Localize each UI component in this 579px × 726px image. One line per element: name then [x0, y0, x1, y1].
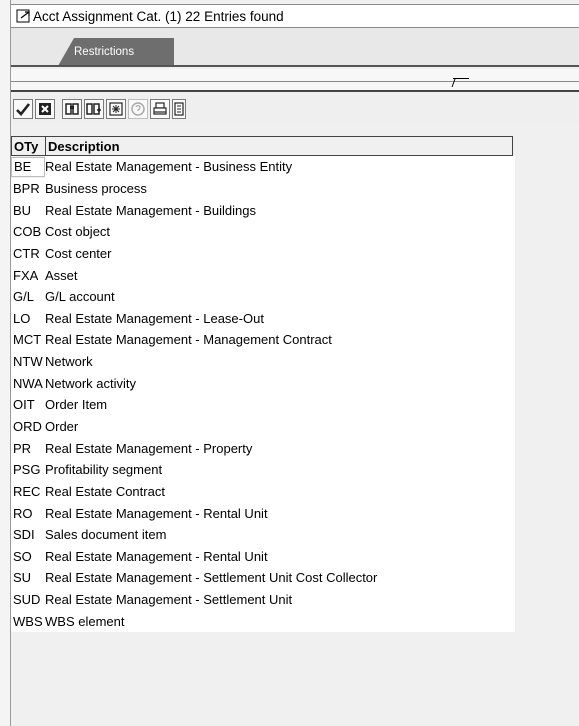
cell-description: Real Estate Management - Rental Unit: [45, 502, 515, 524]
toolbar: [11, 95, 579, 123]
cell-oty: MCT: [11, 329, 45, 351]
cell-oty: G/L: [11, 285, 45, 308]
cell-description: Profitability segment: [45, 458, 515, 481]
cell-description: Order: [45, 415, 515, 438]
cell-oty: BE: [11, 156, 45, 177]
check-icon: [16, 103, 31, 116]
cancel-icon: [39, 103, 51, 115]
cell-description: Real Estate Management - Property: [45, 437, 515, 459]
cell-oty: BPR: [11, 177, 45, 200]
layout-icon: [174, 102, 184, 116]
title-bar: Acct Assignment Cat. (1) 22 Entries foun…: [11, 4, 579, 28]
multiple-selection-icon: [109, 102, 123, 116]
divider: [11, 82, 579, 92]
cell-oty: COB: [11, 220, 45, 243]
cell-description: Real Estate Management - Lease-Out: [45, 307, 515, 330]
tab-label: Restrictions: [74, 46, 135, 58]
table-row[interactable]: SDI Sales document item: [11, 523, 579, 546]
cell-description: Real Estate Management - Rental Unit: [45, 545, 515, 568]
table-row[interactable]: CTR Cost center: [11, 242, 579, 265]
cell-description: Cost center: [45, 242, 515, 265]
table-row[interactable]: BE Real Estate Management - Business Enti…: [11, 156, 579, 178]
restrictions-area: [11, 69, 579, 82]
column-header-description[interactable]: Description: [45, 136, 513, 156]
results-table: OTy Description BE Real Estate Management…: [11, 136, 579, 633]
help-button: [128, 99, 148, 119]
table-row[interactable]: OIT Order Item: [11, 394, 579, 416]
table-row[interactable]: NWA Network activity: [11, 372, 579, 395]
cell-description: Real Estate Contract: [45, 480, 515, 503]
table-row[interactable]: BU Real Estate Management - Buildings: [11, 199, 579, 221]
cell-description: Order Item: [45, 394, 515, 416]
dialog-window: Acct Assignment Cat. (1) 22 Entries foun…: [10, 0, 579, 726]
window-menu-icon[interactable]: [16, 9, 32, 23]
cell-oty: PR: [11, 437, 45, 459]
table-row[interactable]: SUD Real Estate Management - Settlement U…: [11, 588, 579, 611]
cell-description: Cost object: [45, 220, 515, 243]
cell-description: Network activity: [45, 372, 515, 395]
table-row[interactable]: LO Real Estate Management - Lease-Out: [11, 307, 579, 330]
window-title: Acct Assignment Cat. (1) 22 Entries foun…: [33, 8, 284, 24]
cell-oty: FXA: [11, 264, 45, 286]
table-row[interactable]: BPR Business process: [11, 177, 579, 200]
table-header: OTy Description: [11, 136, 579, 156]
table-row[interactable]: PR Real Estate Management - Property: [11, 437, 579, 459]
cell-oty: SO: [11, 545, 45, 568]
table-row[interactable]: WBS WBS element: [11, 610, 579, 633]
table-row[interactable]: RO Real Estate Management - Rental Unit: [11, 502, 579, 524]
table-body: BE Real Estate Management - Business Enti…: [11, 156, 579, 633]
cell-oty: SUD: [11, 588, 45, 611]
cell-description: Real Estate Management - Buildings: [45, 199, 515, 221]
tab-restrictions[interactable]: Restrictions: [58, 38, 174, 66]
find-next-icon: [86, 103, 101, 115]
table-row[interactable]: G/L G/L account: [11, 285, 579, 308]
continue-button[interactable]: [13, 99, 33, 119]
print-button[interactable]: [150, 99, 170, 119]
cell-description: Network: [45, 350, 515, 373]
cell-description: Real Estate Management - Settlement Unit: [45, 588, 515, 611]
help-icon: [131, 102, 145, 116]
table-row[interactable]: PSG Profitability segment: [11, 458, 579, 481]
table-row[interactable]: REC Real Estate Contract: [11, 480, 579, 503]
tab-strip: Restrictions: [11, 28, 579, 67]
table-row[interactable]: SU Real Estate Management - Settlement Un…: [11, 567, 579, 589]
cell-description: Real Estate Management - Management Cont…: [45, 329, 515, 351]
table-row[interactable]: SO Real Estate Management - Rental Unit: [11, 545, 579, 568]
cell-oty: SU: [11, 567, 45, 589]
cell-oty: PSG: [11, 458, 45, 481]
cell-oty: NTW: [11, 350, 45, 373]
find-icon: [65, 103, 79, 115]
print-icon: [153, 102, 167, 115]
cell-oty: RO: [11, 502, 45, 524]
cell-oty: BU: [11, 199, 45, 221]
cell-description: Real Estate Management - Business Entity: [45, 156, 515, 178]
cell-description: Asset: [45, 264, 515, 286]
cell-oty: LO: [11, 307, 45, 330]
cell-description: Real Estate Management - Settlement Unit…: [45, 567, 515, 589]
cell-oty: WBS: [11, 610, 45, 633]
cell-description: Business process: [45, 177, 515, 200]
multiple-selection-button[interactable]: [106, 99, 126, 119]
table-row[interactable]: NTW Network: [11, 350, 579, 373]
find-next-button[interactable]: [84, 99, 104, 119]
cancel-button[interactable]: [35, 99, 55, 119]
table-row[interactable]: FXA Asset: [11, 264, 579, 286]
cell-description: G/L account: [45, 285, 515, 308]
table-row[interactable]: ORD Order: [11, 415, 579, 438]
column-header-oty[interactable]: OTy: [11, 136, 45, 156]
cell-oty: REC: [11, 480, 45, 503]
layout-button[interactable]: [172, 99, 186, 119]
table-row[interactable]: COB Cost object: [11, 220, 579, 243]
cell-description: WBS element: [45, 610, 515, 633]
cell-oty: OIT: [11, 394, 45, 416]
cell-oty: NWA: [11, 372, 45, 395]
cell-description: Sales document item: [45, 523, 515, 546]
splitter-handle[interactable]: [453, 78, 469, 88]
cell-oty: ORD: [11, 415, 45, 438]
table-row[interactable]: MCT Real Estate Management - Management C…: [11, 329, 579, 351]
cell-oty: CTR: [11, 242, 45, 265]
find-button[interactable]: [62, 99, 82, 119]
cell-oty: SDI: [11, 523, 45, 546]
